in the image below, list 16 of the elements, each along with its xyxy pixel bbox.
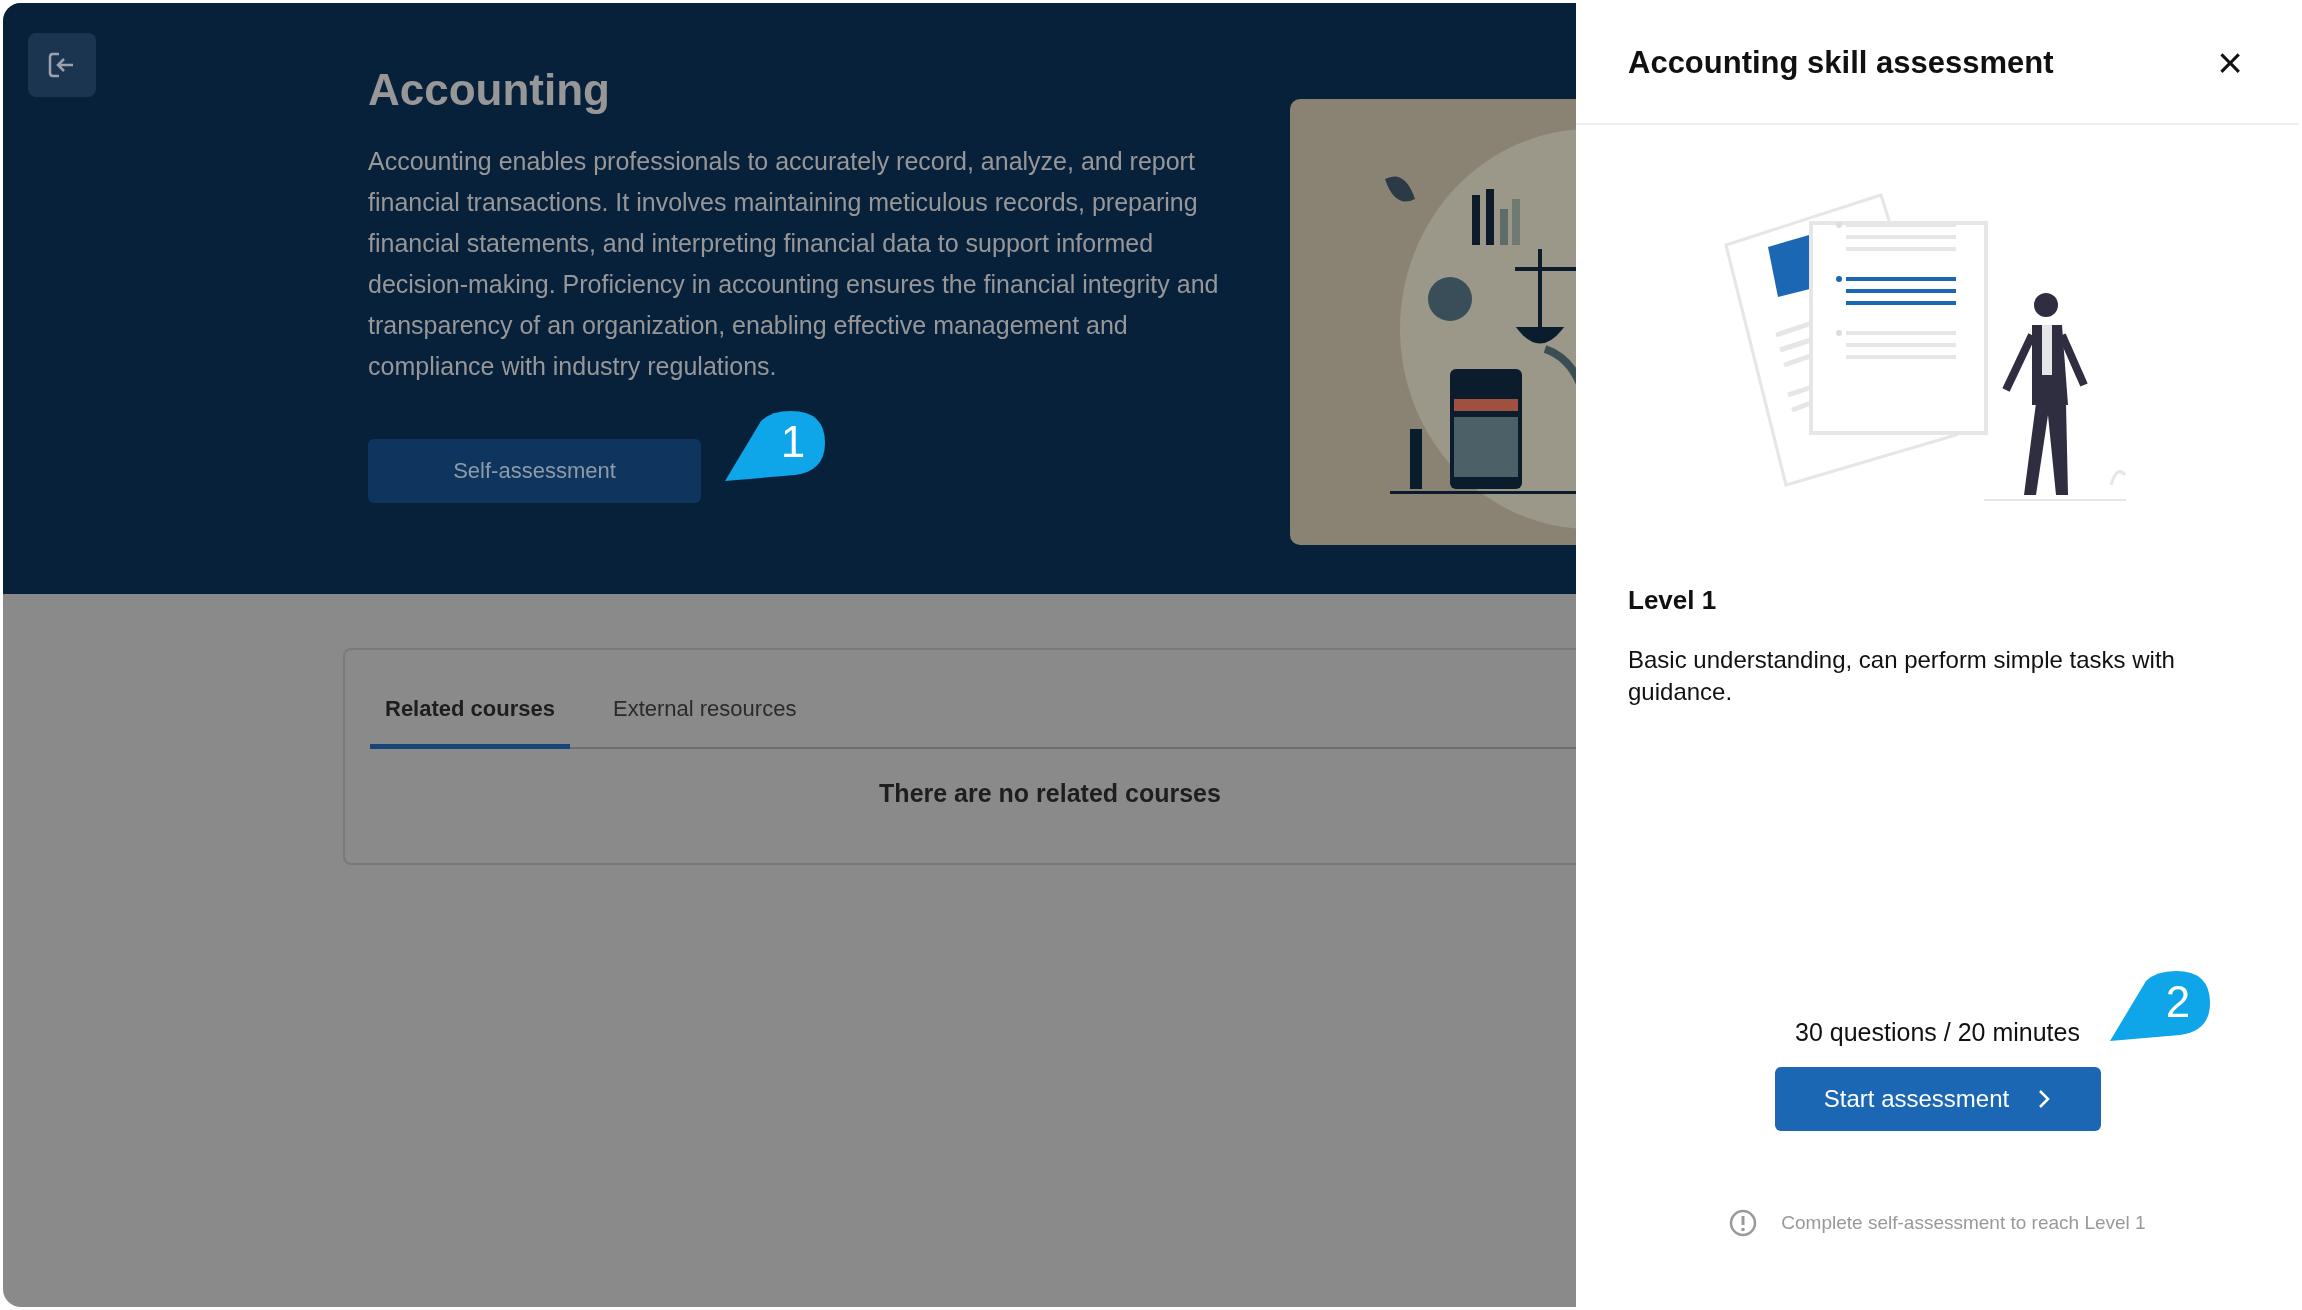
info-icon (1729, 1209, 1758, 1237)
tab[interactable]: External resources (597, 686, 812, 749)
tab[interactable]: Related courses (370, 686, 570, 749)
chevron-right-icon (2037, 1088, 2052, 1110)
level-description: Basic understanding, can perform simple tasks with guidance. (1628, 645, 2176, 707)
close-button[interactable]: × (2213, 41, 2247, 85)
exit-button[interactable] (28, 33, 96, 97)
level-title: Level 1 (1628, 585, 1718, 616)
assessment-info: 30 questions / 20 minutes (1794, 1018, 2081, 1047)
empty-message: There are no related courses (878, 779, 1222, 808)
hint-text: Complete self-assessment to reach Level 1 (1781, 1212, 2146, 1234)
self-assessment-button[interactable]: Self-assessment (368, 439, 701, 503)
skill-description: Accounting enables professionals to accurately record, analyze, and report financial transactions. It involves maintaining meticulous records, preparing financial statements, and interpreting financial data to support informed decision-making. Proficiency in accounting ensures the financial integrity and transparency of an organization, enabling effective management and compliance with industry regulations. (368, 146, 1220, 382)
page-title: Accounting (368, 65, 611, 115)
start-assessment-button[interactable]: Start assessment (1774, 1067, 2101, 1131)
panel-title: Accounting skill assessment (1628, 45, 2054, 81)
